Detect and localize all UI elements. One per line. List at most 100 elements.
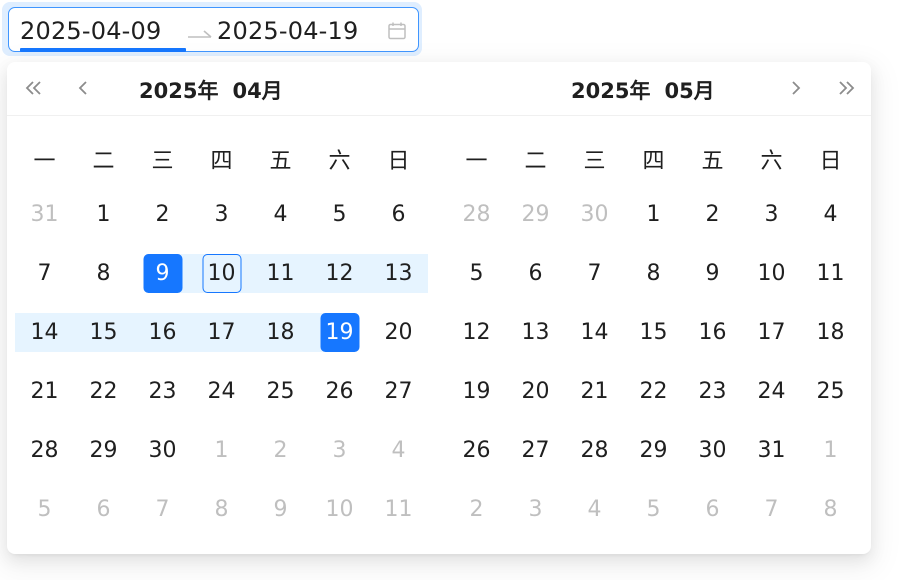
calendar-day[interactable]: 2 bbox=[693, 195, 732, 234]
calendar-day[interactable]: 10 bbox=[320, 490, 359, 529]
calendar-day[interactable]: 5 bbox=[320, 195, 359, 234]
calendar-day[interactable]: 28 bbox=[25, 431, 64, 470]
calendar-day[interactable]: 4 bbox=[261, 195, 300, 234]
chevron-left-icon[interactable] bbox=[72, 76, 96, 100]
calendar-icon[interactable] bbox=[387, 21, 407, 41]
calendar-day[interactable]: 22 bbox=[634, 372, 673, 411]
calendar-day[interactable]: 28 bbox=[575, 431, 614, 470]
calendar-day[interactable]: 6 bbox=[84, 490, 123, 529]
calendar-day[interactable]: 14 bbox=[25, 313, 64, 352]
calendar-day[interactable]: 30 bbox=[693, 431, 732, 470]
calendar-day[interactable]: 18 bbox=[261, 313, 300, 352]
calendar-day[interactable]: 31 bbox=[752, 431, 791, 470]
calendar-day[interactable]: 25 bbox=[261, 372, 300, 411]
calendar-day[interactable]: 2 bbox=[143, 195, 182, 234]
calendar-day[interactable]: 11 bbox=[811, 254, 850, 293]
calendar-day-cell: 3 bbox=[742, 186, 801, 245]
calendar-day[interactable]: 27 bbox=[379, 372, 418, 411]
calendar-day[interactable]: 29 bbox=[634, 431, 673, 470]
calendar-day[interactable]: 13 bbox=[379, 254, 418, 293]
calendar-day[interactable]: 24 bbox=[202, 372, 241, 411]
calendar-day-cell: 6 bbox=[506, 245, 565, 304]
chevron-right-icon[interactable] bbox=[783, 76, 807, 100]
calendar-day[interactable]: 24 bbox=[752, 372, 791, 411]
calendar-day[interactable]: 30 bbox=[143, 431, 182, 470]
calendar-day[interactable]: 7 bbox=[752, 490, 791, 529]
calendar-day[interactable]: 1 bbox=[811, 431, 850, 470]
calendar-day[interactable]: 4 bbox=[379, 431, 418, 470]
calendar-day[interactable]: 2 bbox=[261, 431, 300, 470]
calendar-day[interactable]: 3 bbox=[516, 490, 555, 529]
date-range-input[interactable]: 2025-04-09 2025-04-19 bbox=[8, 7, 419, 52]
calendar-day[interactable]: 18 bbox=[811, 313, 850, 352]
calendar-day[interactable]: 17 bbox=[752, 313, 791, 352]
calendar-day[interactable]: 9 bbox=[693, 254, 732, 293]
calendar-day[interactable]: 5 bbox=[634, 490, 673, 529]
end-date-input[interactable]: 2025-04-19 bbox=[217, 17, 358, 45]
calendar-day[interactable]: 12 bbox=[457, 313, 496, 352]
calendar-day[interactable]: 4 bbox=[811, 195, 850, 234]
calendar-day[interactable]: 4 bbox=[575, 490, 614, 529]
calendar-day[interactable]: 28 bbox=[457, 195, 496, 234]
calendar-day[interactable]: 23 bbox=[693, 372, 732, 411]
calendar-day[interactable]: 8 bbox=[634, 254, 673, 293]
calendar-day[interactable]: 6 bbox=[693, 490, 732, 529]
calendar-day[interactable]: 17 bbox=[202, 313, 241, 352]
calendar-day[interactable]: 3 bbox=[320, 431, 359, 470]
calendar-day[interactable]: 8 bbox=[202, 490, 241, 529]
left-month-label[interactable]: 04月 bbox=[232, 79, 282, 103]
calendar-day[interactable]: 29 bbox=[84, 431, 123, 470]
calendar-day[interactable]: 25 bbox=[811, 372, 850, 411]
calendar-day[interactable]: 3 bbox=[752, 195, 791, 234]
calendar-day[interactable]: 16 bbox=[693, 313, 732, 352]
calendar-day[interactable]: 15 bbox=[634, 313, 673, 352]
calendar-day[interactable]: 12 bbox=[320, 254, 359, 293]
calendar-day[interactable]: 26 bbox=[320, 372, 359, 411]
calendar-day[interactable]: 7 bbox=[143, 490, 182, 529]
double-chevron-left-icon[interactable] bbox=[22, 76, 46, 100]
calendar-day[interactable]: 1 bbox=[84, 195, 123, 234]
calendar-day[interactable]: 31 bbox=[25, 195, 64, 234]
calendar-day[interactable]: 14 bbox=[575, 313, 614, 352]
calendar-day[interactable]: 2 bbox=[457, 490, 496, 529]
calendar-day[interactable]: 7 bbox=[575, 254, 614, 293]
calendar-day[interactable]: 29 bbox=[516, 195, 555, 234]
calendar-day[interactable]: 11 bbox=[379, 490, 418, 529]
calendar-day[interactable]: 9 bbox=[261, 490, 300, 529]
calendar-day[interactable]: 20 bbox=[516, 372, 555, 411]
calendar-day[interactable]: 23 bbox=[143, 372, 182, 411]
right-month-label[interactable]: 05月 bbox=[664, 79, 714, 103]
calendar-day[interactable]: 8 bbox=[84, 254, 123, 293]
calendar-day[interactable]: 10 bbox=[752, 254, 791, 293]
start-date-input[interactable]: 2025-04-09 bbox=[20, 17, 161, 45]
calendar-day[interactable]: 6 bbox=[516, 254, 555, 293]
calendar-day[interactable]: 1 bbox=[634, 195, 673, 234]
calendar-day[interactable]: 15 bbox=[84, 313, 123, 352]
calendar-day[interactable]: 19 bbox=[457, 372, 496, 411]
calendar-day[interactable]: 5 bbox=[25, 490, 64, 529]
calendar-day[interactable]: 13 bbox=[516, 313, 555, 352]
calendar-day[interactable]: 3 bbox=[202, 195, 241, 234]
calendar-day[interactable]: 5 bbox=[457, 254, 496, 293]
calendar-day[interactable]: 8 bbox=[811, 490, 850, 529]
double-chevron-right-icon[interactable] bbox=[834, 76, 858, 100]
today-day[interactable]: 10 bbox=[202, 254, 241, 293]
range-start-day[interactable]: 9 bbox=[143, 254, 182, 293]
calendar-day[interactable]: 11 bbox=[261, 254, 300, 293]
calendar-day[interactable]: 26 bbox=[457, 431, 496, 470]
calendar-day[interactable]: 21 bbox=[25, 372, 64, 411]
calendar-day[interactable]: 21 bbox=[575, 372, 614, 411]
calendar-day[interactable]: 27 bbox=[516, 431, 555, 470]
right-year-label[interactable]: 2025年 bbox=[571, 79, 650, 103]
calendar-day[interactable]: 22 bbox=[84, 372, 123, 411]
calendar-day[interactable]: 16 bbox=[143, 313, 182, 352]
weekday-header: 一二三四五六日 bbox=[447, 124, 860, 186]
calendar-day-cell: 8 bbox=[192, 481, 251, 540]
range-end-day[interactable]: 19 bbox=[320, 313, 359, 352]
calendar-day[interactable]: 20 bbox=[379, 313, 418, 352]
calendar-day[interactable]: 1 bbox=[202, 431, 241, 470]
calendar-day[interactable]: 7 bbox=[25, 254, 64, 293]
calendar-day[interactable]: 6 bbox=[379, 195, 418, 234]
calendar-day[interactable]: 30 bbox=[575, 195, 614, 234]
left-year-label[interactable]: 2025年 bbox=[139, 79, 218, 103]
